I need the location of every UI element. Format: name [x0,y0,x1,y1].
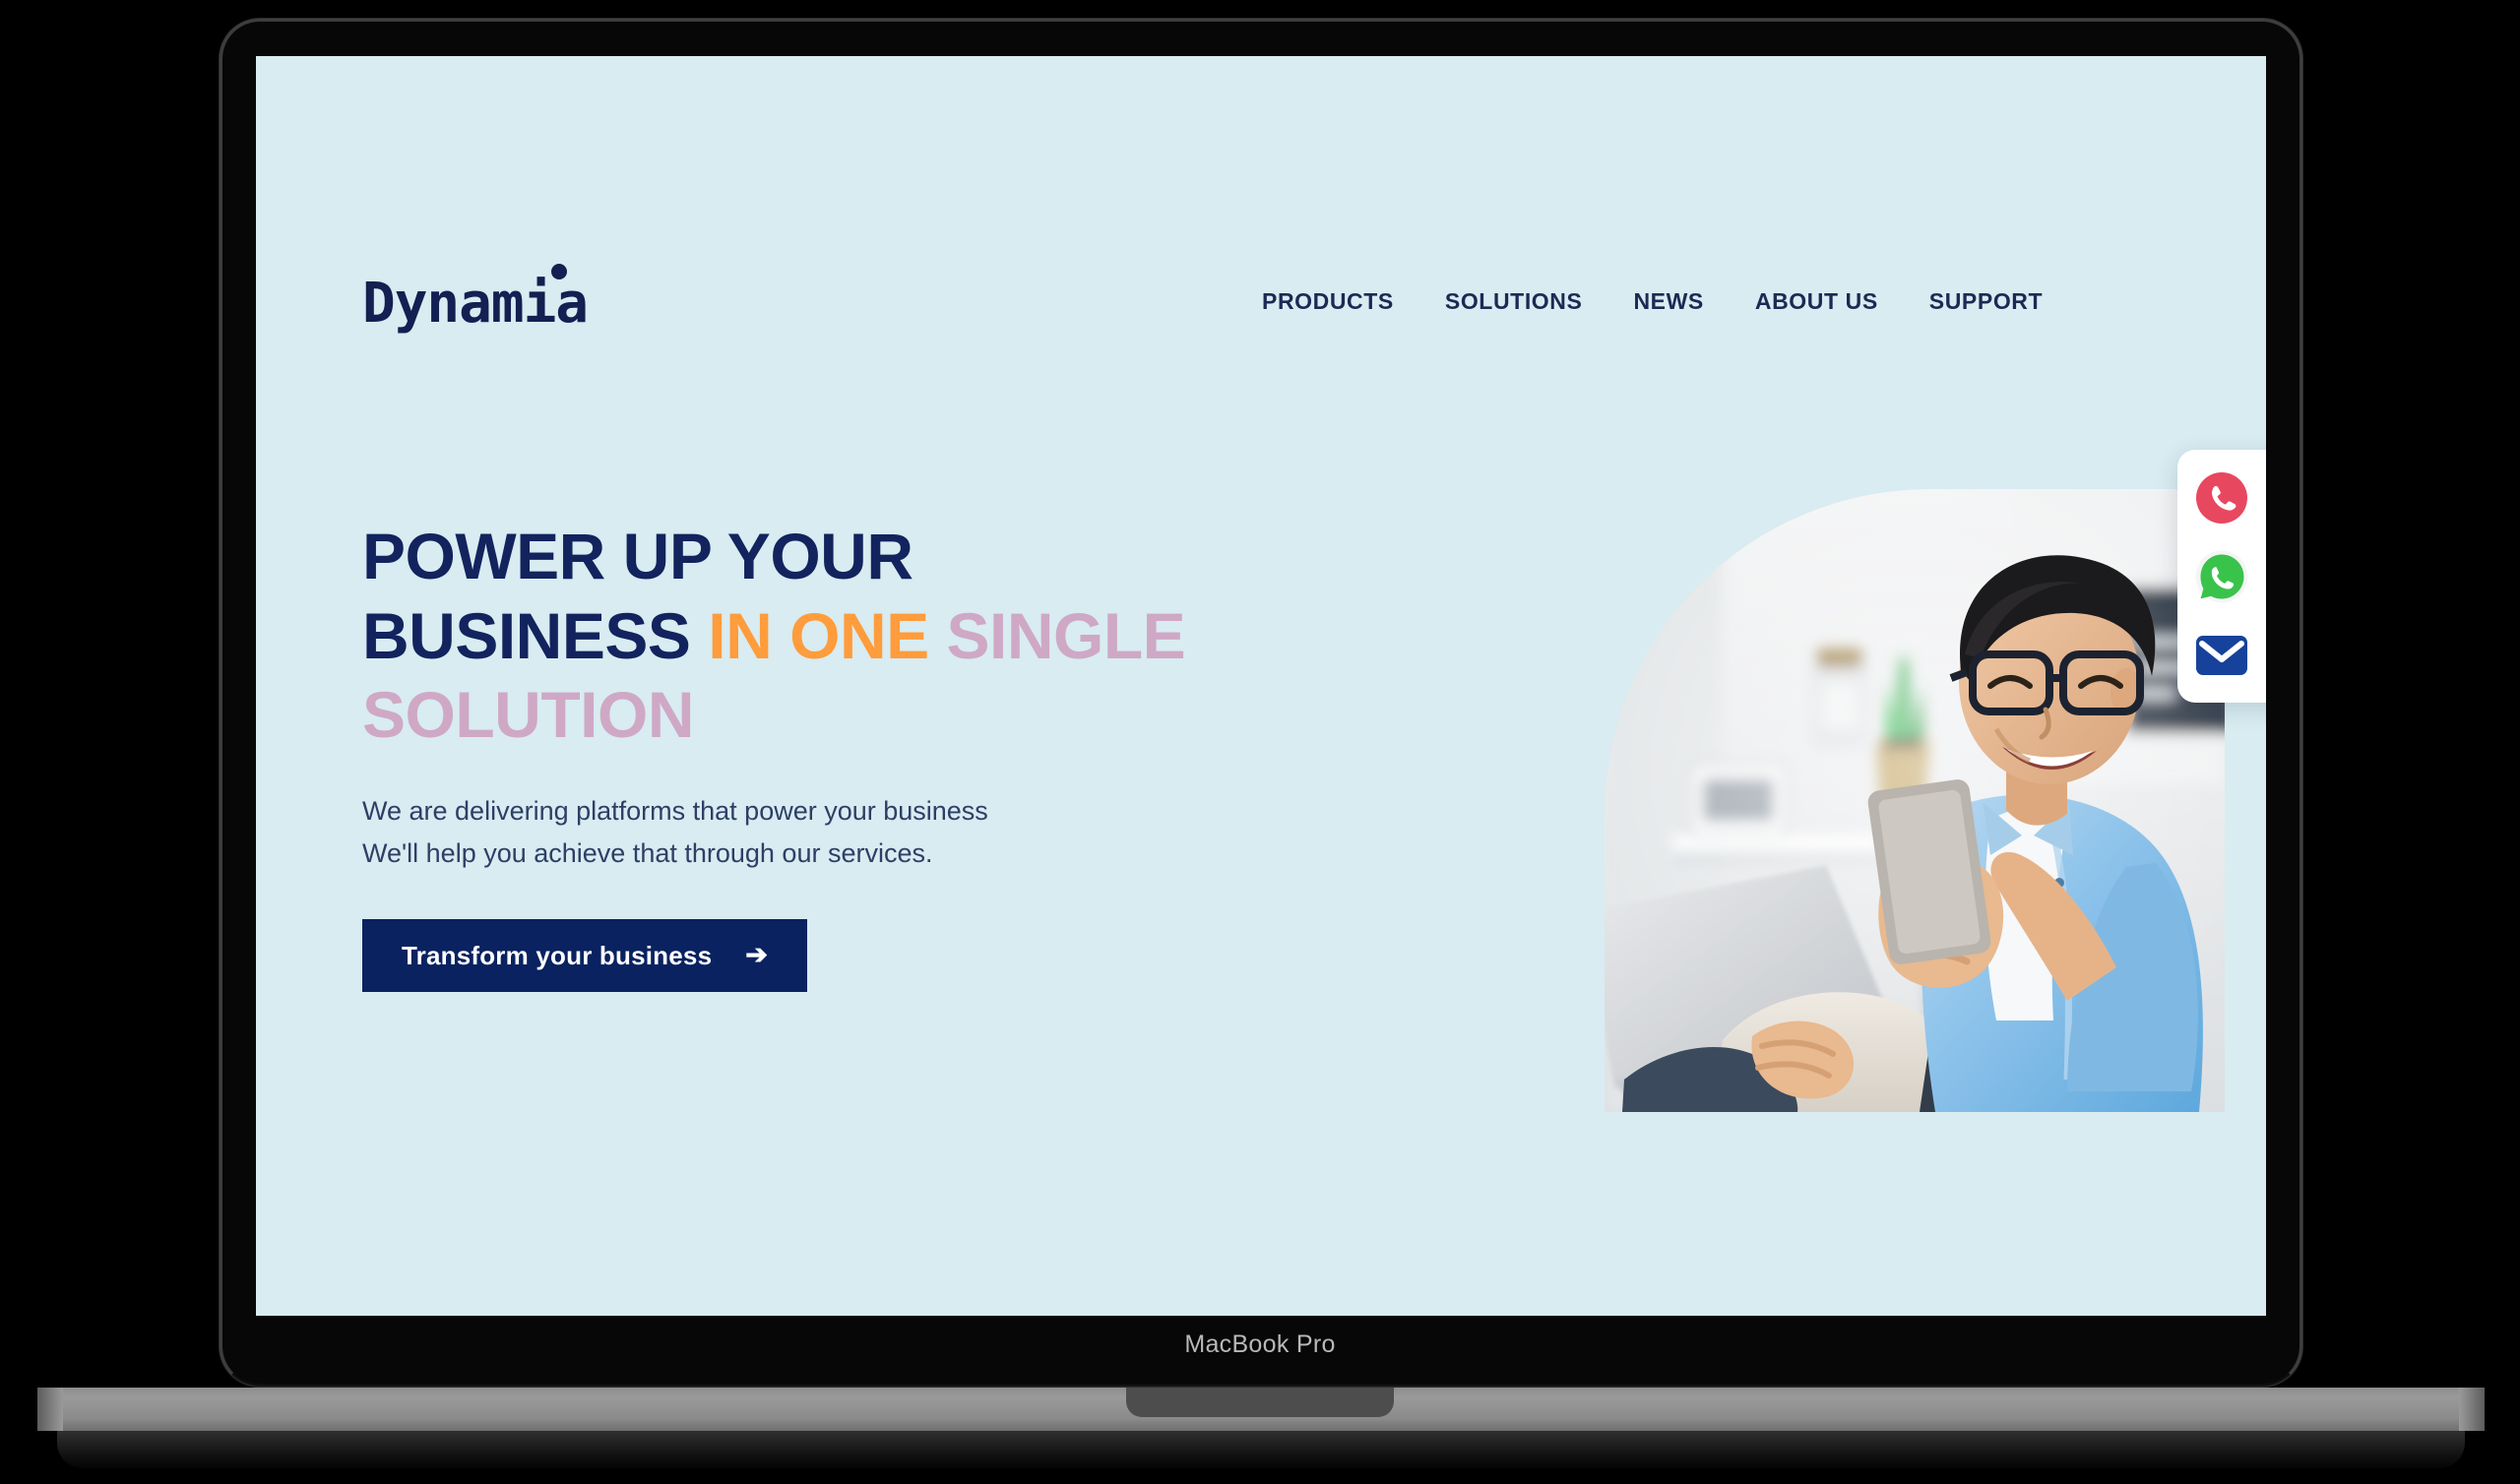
floating-contact-widget [2177,450,2266,703]
laptop-screen: Dynamia PRODUCTS SOLUTIONS NEWS ABOUT US… [256,56,2266,1316]
hero-copy-block: POWER UP YOUR BUSINESS IN ONE SINGLE SOL… [362,517,1248,993]
nav-item-solutions[interactable]: SOLUTIONS [1445,288,1583,315]
headline-single: SINGLE [946,598,1186,672]
contact-email-button[interactable] [2194,628,2249,683]
laptop-lid-notch [1126,1388,1394,1417]
nav-item-news[interactable]: NEWS [1633,288,1703,315]
phone-icon [2196,471,2247,524]
contact-whatsapp-button[interactable] [2194,549,2249,604]
hero-headline: POWER UP YOUR BUSINESS IN ONE SINGLE SOL… [362,517,1248,755]
cta-label: Transform your business [402,940,713,970]
hero-subtext-line-2: We'll help you achieve that through our … [362,838,933,869]
contact-call-button[interactable] [2194,470,2249,526]
headline-business: BUSINESS [362,598,691,672]
transform-your-business-button[interactable]: Transform your business ➔ [362,919,808,993]
arrow-right-icon: ➔ [745,939,769,969]
main-navigation: PRODUCTS SOLUTIONS NEWS ABOUT US SUPPORT [1262,288,2043,315]
brand-logo[interactable]: Dynamia [362,264,589,332]
laptop-bottom-shadow [57,1431,2465,1468]
hero-subtext-line-1: We are delivering platforms that power y… [362,795,988,826]
brand-logo-text: Dynamia [362,272,589,336]
hero-image [1605,489,2225,1112]
logo-dot-icon [551,264,568,279]
headline-in-one: IN ONE [708,598,929,672]
webpage-viewport: Dynamia PRODUCTS SOLUTIONS NEWS ABOUT US… [256,56,2266,1316]
nav-item-products[interactable]: PRODUCTS [1262,288,1394,315]
headline-line-1: POWER UP YOUR [362,520,914,592]
whatsapp-icon [2195,550,2248,602]
envelope-icon [2196,635,2247,675]
headline-solution: SOLUTION [362,678,695,752]
macbook-pro-label: MacBook Pro [1184,1330,1336,1358]
nav-item-about-us[interactable]: ABOUT US [1755,288,1878,315]
macbook-device-mockup: Dynamia PRODUCTS SOLUTIONS NEWS ABOUT US… [0,0,2520,1484]
hero-subtext: We are delivering platforms that power y… [362,790,1248,876]
nav-item-support[interactable]: SUPPORT [1929,288,2043,315]
site-header: Dynamia PRODUCTS SOLUTIONS NEWS ABOUT US… [256,264,2266,353]
